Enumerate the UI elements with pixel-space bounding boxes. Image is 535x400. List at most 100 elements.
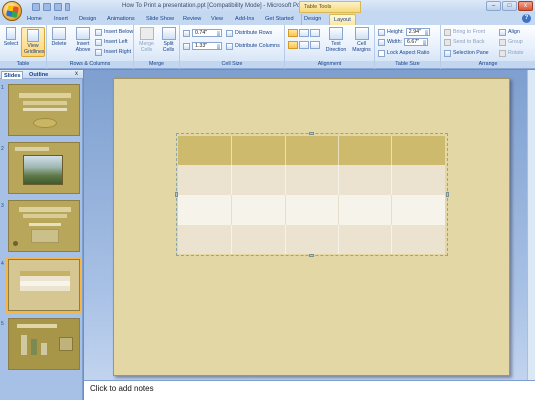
insert-right-button[interactable]: Insert Right [95,48,131,56]
table-cell[interactable] [231,136,232,165]
tab-review[interactable]: Review [183,14,201,25]
table-header-row[interactable] [178,136,445,165]
split-cells-button[interactable]: Split Cells [159,27,178,53]
thumb-title-block [15,147,49,151]
merge-cells-button[interactable]: Merge Cells [137,27,156,53]
table-cell[interactable] [391,165,392,195]
pane-close-icon[interactable]: x [75,71,78,77]
table-cell[interactable] [338,225,339,254]
cell-width-field[interactable]: 1.33" [183,42,222,50]
align-objects-icon [499,28,506,36]
align-middle-icon[interactable] [299,41,309,49]
slide-table[interactable] [178,136,445,254]
redo-icon[interactable] [54,2,62,11]
tab-table-design[interactable]: Design [301,14,321,25]
table-cell[interactable] [338,165,339,195]
table-cell[interactable] [285,195,286,225]
tab-view[interactable]: View [211,14,223,25]
undo-icon[interactable] [43,2,51,11]
align-top-icon[interactable] [288,41,298,49]
save-icon[interactable] [32,2,40,11]
distribute-rows-button[interactable]: Distribute Rows [226,29,272,37]
cell-margins-button[interactable]: Cell Margins [350,27,373,53]
table-cell[interactable] [285,225,286,254]
table-cell[interactable] [231,195,232,225]
align-center-icon[interactable] [299,29,309,37]
table-cell[interactable] [285,136,286,165]
cell-height-field[interactable]: 0.74" [183,29,222,37]
tab-get-started[interactable]: Get Started [265,14,294,25]
slide-thumbnail[interactable] [8,318,80,370]
selection-pane-button[interactable]: Selection Pane [444,49,489,57]
bring-to-front-button[interactable]: Bring to Front [444,28,485,36]
tab-slide-show[interactable]: Slide Show [146,14,174,25]
tab-slides[interactable]: Slides [1,71,24,79]
send-to-back-button[interactable]: Send to Back [444,38,485,46]
vertical-scrollbar[interactable] [527,70,535,380]
align-button[interactable]: Align [499,28,520,36]
split-cells-label-2: Cells [162,47,175,53]
select-button[interactable]: Select [2,27,20,47]
table-height-field[interactable]: Height: 2.94" [378,28,430,36]
align-left-icon[interactable] [288,29,298,37]
tab-home[interactable]: Home [27,14,42,25]
selection-pane-icon [444,49,451,57]
table-row[interactable] [178,225,445,254]
vertical-align-buttons [288,41,320,49]
table-height-icon [378,28,385,36]
table-row[interactable] [178,165,445,195]
table-cell[interactable] [391,225,392,254]
cell-height-input[interactable]: 0.74" [192,29,222,37]
text-direction-button[interactable]: Text Direction [323,27,349,53]
tab-design[interactable]: Design [79,14,96,25]
maximize-button[interactable]: □ [502,1,517,11]
notes-placeholder[interactable]: Click to add notes [90,384,154,393]
align-bottom-icon[interactable] [310,41,320,49]
insert-left-button[interactable]: Insert Left [95,38,128,46]
tab-table-layout[interactable]: Layout [329,14,356,25]
view-gridlines-button[interactable]: View Gridlines [21,27,45,57]
resize-handle-bottom[interactable] [309,254,314,257]
slide-thumbnail-selected[interactable] [6,257,82,313]
table-cell[interactable] [285,165,286,195]
table-row[interactable] [178,195,445,225]
tab-add-ins[interactable]: Add-Ins [235,14,254,25]
table-cell[interactable] [231,225,232,254]
slide-thumbnail[interactable] [8,200,80,252]
table-width-input[interactable]: 6.67" [404,38,429,46]
slide-thumbnail[interactable] [8,142,80,194]
lock-aspect-ratio-checkbox[interactable]: Lock Aspect Ratio [378,49,429,57]
minimize-button[interactable]: – [486,1,501,11]
table-height-input[interactable]: 2.94" [405,28,430,36]
table-cell[interactable] [338,195,339,225]
tab-insert[interactable]: Insert [54,14,68,25]
align-right-icon[interactable] [310,29,320,37]
text-direction-icon [329,27,343,40]
table-cell[interactable] [231,165,232,195]
group-button[interactable]: Group [499,38,523,46]
table-cell[interactable] [391,195,392,225]
group-label-arrange: Arrange [441,61,535,68]
cell-width-input[interactable]: 1.33" [192,42,222,50]
distribute-columns-button[interactable]: Distribute Columns [226,42,280,50]
table-cell[interactable] [391,136,392,165]
table-width-field[interactable]: Width: 6.67" [378,38,429,46]
rotate-button[interactable]: Rotate [499,49,524,57]
tab-outline[interactable]: Outline [27,71,50,79]
close-button[interactable]: x [518,1,533,11]
delete-button[interactable]: Delete [50,27,68,47]
group-arrange: Bring to Front Send to Back Selection Pa… [441,25,535,69]
help-icon[interactable]: ? [522,14,531,23]
office-button[interactable] [2,1,22,21]
view-gridlines-label-2: Gridlines [24,49,45,55]
tab-animations[interactable]: Animations [107,14,135,25]
row-height-icon [183,29,190,37]
group-table-size: Height: 2.94" Width: 6.67" Lock Aspect R… [375,25,441,69]
resize-handle-top[interactable] [309,132,314,135]
table-cell[interactable] [338,136,339,165]
slide-thumbnail[interactable] [8,84,80,136]
insert-below-button[interactable]: Insert Below [95,28,133,36]
insert-above-button[interactable]: Insert Above [73,27,93,53]
customize-qat-icon[interactable] [65,2,70,11]
resize-handle-right[interactable] [446,192,449,197]
